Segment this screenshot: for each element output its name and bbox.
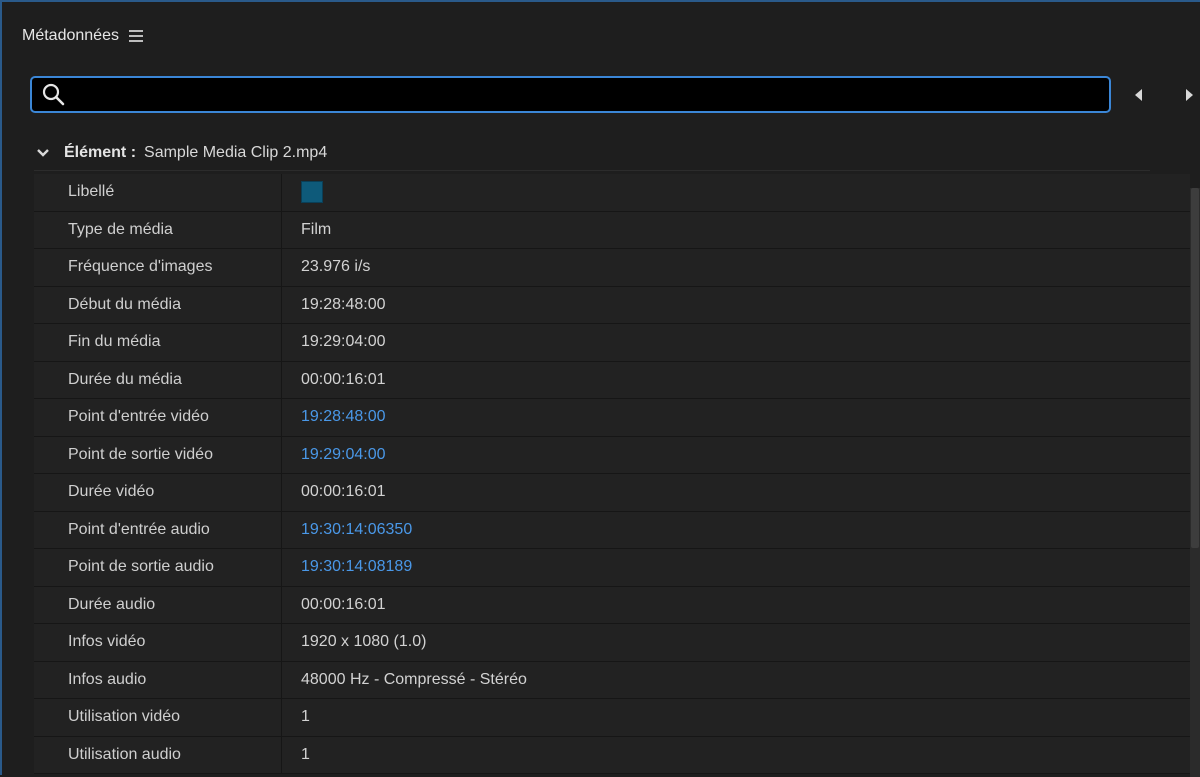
chevron-down-icon[interactable]	[36, 148, 50, 158]
row-value: Film	[301, 220, 332, 238]
table-row: Infos audio 48000 Hz - Compressé - Stéré…	[34, 661, 1190, 699]
table-row: Durée du média 00:00:16:01	[34, 361, 1190, 399]
table-row: Point de sortie audio 19:30:14:08189	[34, 549, 1190, 587]
table-row: Fréquence d'images 23.976 i/s	[34, 249, 1190, 287]
table-row: Point d'entrée vidéo 19:28:48:00	[34, 399, 1190, 437]
previous-arrow-icon[interactable]	[1132, 86, 1146, 104]
scrollbar-thumb[interactable]	[1191, 188, 1199, 548]
table-row: Utilisation audio 1	[34, 736, 1190, 774]
row-label: Type de média	[34, 211, 282, 248]
row-label: Infos audio	[34, 661, 282, 698]
row-value: 00:00:16:01	[301, 483, 386, 501]
section-element-header[interactable]: Élément : Sample Media Clip 2.mp4	[36, 140, 327, 166]
row-value: 1	[301, 745, 310, 763]
table-row: Fin du média 19:29:04:00	[34, 324, 1190, 362]
row-label: Début du média	[34, 286, 282, 323]
row-label: Fréquence d'images	[34, 249, 282, 286]
table-row: Point d'entrée audio 19:30:14:06350	[34, 511, 1190, 549]
row-label: Fin du média	[34, 324, 282, 361]
audio-out-point-timecode[interactable]: 19:30:14:08189	[282, 549, 412, 586]
table-row: Infos vidéo 1920 x 1080 (1.0)	[34, 624, 1190, 662]
row-value: 1	[301, 708, 310, 726]
row-label: Durée vidéo	[34, 474, 282, 511]
section-value: Sample Media Clip 2.mp4	[144, 144, 328, 161]
panel-menu-icon[interactable]	[128, 30, 143, 42]
metadata-table: Libellé Type de média Film Fréquence d'i…	[34, 174, 1190, 774]
row-value: 19:29:04:00	[301, 333, 386, 351]
table-row: Durée audio 00:00:16:01	[34, 586, 1190, 624]
row-label: Infos vidéo	[34, 624, 282, 661]
row-value: 23.976 i/s	[301, 258, 371, 276]
row-label: Point de sortie audio	[34, 549, 282, 586]
row-label: Libellé	[34, 174, 282, 211]
table-row: Point de sortie vidéo 19:29:04:00	[34, 436, 1190, 474]
table-row: Libellé	[34, 174, 1190, 212]
row-label: Point d'entrée vidéo	[34, 399, 282, 436]
label-color-swatch[interactable]	[301, 181, 323, 204]
row-value: 00:00:16:01	[301, 370, 386, 388]
vertical-scrollbar[interactable]	[1190, 188, 1200, 777]
video-in-point-timecode[interactable]: 19:28:48:00	[282, 399, 386, 436]
divider	[34, 170, 1150, 171]
row-value: 1920 x 1080 (1.0)	[301, 633, 427, 651]
row-label: Utilisation vidéo	[34, 699, 282, 736]
audio-in-point-timecode[interactable]: 19:30:14:06350	[282, 512, 412, 549]
next-arrow-icon[interactable]	[1182, 86, 1196, 104]
table-row: Utilisation vidéo 1	[34, 699, 1190, 737]
search-box	[30, 76, 1111, 113]
row-label: Utilisation audio	[34, 736, 282, 773]
row-value: 00:00:16:01	[301, 595, 386, 613]
row-value: 19:28:48:00	[301, 295, 386, 313]
table-row: Durée vidéo 00:00:16:01	[34, 474, 1190, 512]
section-label: Élément :	[64, 144, 137, 161]
row-label: Durée du média	[34, 361, 282, 398]
panel-title[interactable]: Métadonnées	[22, 27, 119, 45]
row-label: Point d'entrée audio	[34, 511, 282, 548]
search-input[interactable]	[67, 78, 1109, 111]
row-value	[282, 174, 323, 211]
video-out-point-timecode[interactable]: 19:29:04:00	[282, 437, 386, 474]
panel-header: Métadonnées	[22, 24, 143, 48]
search-icon	[42, 83, 65, 105]
table-row: Type de média Film	[34, 211, 1190, 249]
table-row: Début du média 19:28:48:00	[34, 286, 1190, 324]
row-value: 48000 Hz - Compressé - Stéréo	[301, 670, 527, 688]
row-label: Durée audio	[34, 586, 282, 623]
metadata-panel: Métadonnées Élément : Sample Media Clip …	[0, 0, 1200, 777]
row-label: Point de sortie vidéo	[34, 436, 282, 473]
